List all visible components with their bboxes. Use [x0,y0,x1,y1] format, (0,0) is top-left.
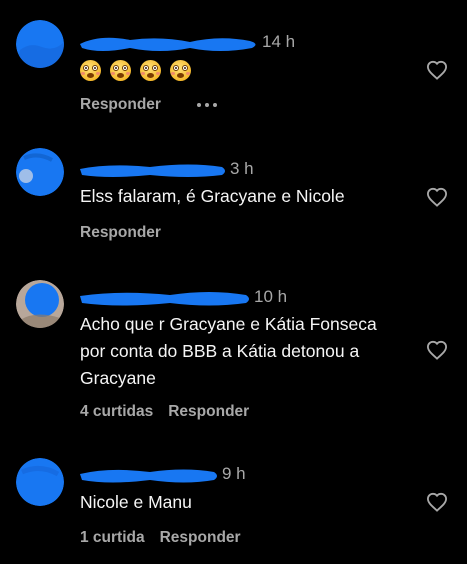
comment-header: 9 h [80,462,246,488]
comment-header: 3 h [80,157,254,183]
flushed-face-emoji [110,60,131,81]
avatar[interactable] [16,458,64,506]
heart-outline-icon[interactable] [426,60,448,80]
comment-time: 14 h [262,32,296,51]
comment-time: 10 h [254,287,288,306]
likes-count[interactable]: 4 curtidas [80,403,153,421]
comment-header: 14 h [80,30,295,56]
comment-text: Nicole e Manu [80,492,192,512]
comment-header: 10 h [80,285,287,311]
comment-time: 3 h [230,159,254,178]
username-redacted[interactable] [80,159,228,181]
avatar[interactable] [16,148,64,196]
reply-button[interactable]: Responder [160,529,241,547]
avatar[interactable] [16,280,64,328]
reply-button[interactable]: Responder [80,96,161,114]
flushed-face-emoji [80,60,101,81]
avatar[interactable] [16,20,64,68]
flushed-face-emoji [140,60,161,81]
comment-emojis [80,60,191,81]
username-redacted[interactable] [80,32,260,54]
heart-outline-icon[interactable] [426,492,448,512]
username-redacted[interactable] [80,287,252,309]
comment-text: Acho que r Gracyane e Kátia Fonseca por … [80,314,377,388]
avatar-blur [16,148,64,196]
comment-time: 9 h [222,464,246,483]
avatar-blur [16,458,64,506]
username-redacted[interactable] [80,464,220,486]
avatar-blur [16,280,64,328]
reply-button[interactable]: Responder [80,224,161,242]
flushed-face-emoji [170,60,191,81]
heart-outline-icon[interactable] [426,187,448,207]
avatar-blur [16,20,64,68]
more-dots-icon[interactable] [196,103,217,107]
comment-actions: Responder [80,96,217,114]
reply-button[interactable]: Responder [168,403,249,421]
comment-actions: 4 curtidas Responder [80,403,249,421]
comment-text: Elss falaram, é Gracyane e Nicole [80,186,345,206]
comment-actions: 1 curtida Responder [80,529,241,547]
likes-count[interactable]: 1 curtida [80,529,145,547]
heart-outline-icon[interactable] [426,340,448,360]
comment-actions: Responder [80,224,161,242]
